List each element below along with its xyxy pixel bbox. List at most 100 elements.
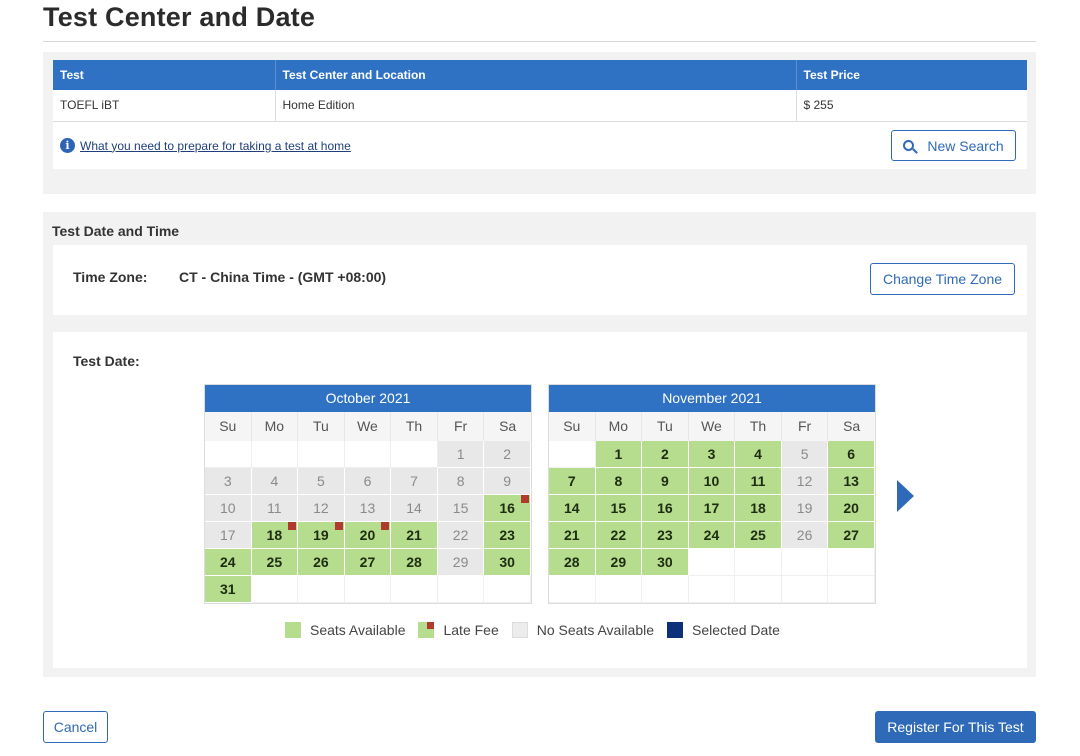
change-time-zone-button[interactable]: Change Time Zone: [870, 263, 1015, 295]
calendar-day-available[interactable]: 6: [828, 441, 875, 468]
summary-footer: i What you need to prepare for taking a …: [53, 122, 1027, 169]
calendar-day-available[interactable]: 10: [688, 468, 736, 495]
calendar-day-empty: [735, 576, 782, 603]
section-title: Test Date and Time: [52, 223, 180, 239]
calendar-day-available[interactable]: 26: [298, 549, 345, 576]
calendar-day-available[interactable]: 11: [735, 468, 782, 495]
calendar-day-available[interactable]: 25: [735, 522, 782, 549]
col-header-test-center: Test Center and Location: [275, 60, 797, 90]
calendar-day-available[interactable]: 2: [642, 441, 689, 468]
calendar-day-available[interactable]: 9: [642, 468, 689, 495]
calendar-day-no-seats: 7: [391, 468, 438, 495]
calendar-day-available[interactable]: 21: [391, 522, 438, 549]
cell-test: TOEFL iBT: [53, 90, 276, 122]
calendar-day-available[interactable]: 24: [205, 549, 252, 576]
days-of-week-row: Su Mo Tu We Th Fr Sa: [205, 412, 531, 441]
calendar-day-empty: [688, 576, 736, 603]
day-of-week-header: We: [688, 412, 736, 441]
calendar-day-available[interactable]: 30: [642, 549, 689, 576]
calendar-day-late-fee[interactable]: 18: [251, 522, 299, 549]
day-of-week-header: Th: [735, 412, 782, 441]
info-icon: i: [60, 138, 75, 153]
register-for-test-button[interactable]: Register For This Test: [875, 711, 1036, 743]
calendar-day-available[interactable]: 7: [549, 468, 596, 495]
day-of-week-header: Th: [391, 412, 438, 441]
calendar-day-available[interactable]: 8: [595, 468, 643, 495]
calendar-day-available[interactable]: 30: [484, 549, 531, 576]
cancel-button[interactable]: Cancel: [43, 711, 108, 743]
calendar-day-available[interactable]: 23: [642, 522, 689, 549]
calendar-day-empty: [828, 576, 875, 603]
calendar-day-empty: [781, 549, 829, 576]
calendar-day-empty: [595, 576, 643, 603]
calendar-day-available[interactable]: 1: [595, 441, 643, 468]
calendar-day-empty: [298, 441, 345, 468]
legend-late-fee: Late Fee: [418, 622, 499, 638]
legend-no-seats: No Seats Available: [511, 622, 654, 638]
calendar-day-available[interactable]: 15: [595, 495, 643, 522]
day-of-week-header: Su: [549, 412, 596, 441]
new-search-button[interactable]: New Search: [891, 130, 1016, 161]
calendar-day-empty: [484, 576, 531, 603]
calendar-day-empty: [549, 576, 596, 603]
calendar-day-no-seats: 11: [251, 495, 299, 522]
calendar-day-available[interactable]: 22: [595, 522, 643, 549]
calendar-day-available[interactable]: 23: [484, 522, 531, 549]
next-month-arrow-icon[interactable]: [897, 480, 914, 512]
calendar-day-available[interactable]: 28: [391, 549, 438, 576]
calendar-day-empty: [828, 549, 875, 576]
calendar-day-available[interactable]: 25: [251, 549, 299, 576]
legend-late-fee-label: Late Fee: [443, 622, 499, 638]
calendar-day-empty: [344, 441, 392, 468]
calendar-day-available[interactable]: 4: [735, 441, 782, 468]
calendar-day-no-seats: 15: [437, 495, 485, 522]
calendar-day-available[interactable]: 27: [344, 549, 392, 576]
calendar-day-available[interactable]: 3: [688, 441, 736, 468]
calendar-day-empty: [251, 441, 299, 468]
calendar-day-no-seats: 13: [344, 495, 392, 522]
calendar-day-empty: [781, 576, 829, 603]
day-of-week-header: We: [344, 412, 392, 441]
calendar-week-row: 12: [205, 441, 531, 468]
calendar-day-available[interactable]: 27: [828, 522, 875, 549]
calendar-day-available[interactable]: 16: [642, 495, 689, 522]
calendar-day-available[interactable]: 29: [595, 549, 643, 576]
legend-seats-available: Seats Available: [285, 622, 405, 638]
calendar-week-row: 31: [205, 576, 531, 603]
day-of-week-header: Fr: [437, 412, 485, 441]
calendar-day-no-seats: 8: [437, 468, 485, 495]
calendar-weeks: 1 2 3 4 5 6 7 8 9 10 11 12 13 14 15 16 17 18 19 20 21 22 23 24 2…: [205, 441, 531, 603]
day-of-week-header: Mo: [595, 412, 643, 441]
calendar-day-no-seats: 5: [781, 441, 829, 468]
calendar-day-no-seats: 14: [391, 495, 438, 522]
calendar-day-available[interactable]: 20: [828, 495, 875, 522]
day-of-week-header: Sa: [828, 412, 875, 441]
calendar-day-no-seats: 9: [484, 468, 531, 495]
time-zone-value: CT - China Time - (GMT +08:00): [179, 269, 387, 285]
calendar-day-no-seats: 12: [781, 468, 829, 495]
calendar-legend: Seats Available Late Fee No Seats Availa…: [285, 622, 793, 638]
calendar-day-late-fee[interactable]: 20: [344, 522, 392, 549]
calendar-day-available[interactable]: 28: [549, 549, 596, 576]
calendar-day-empty: [298, 576, 345, 603]
cell-test-center: Home Edition: [275, 90, 797, 122]
calendar-week-row: 123456: [549, 441, 875, 468]
calendar-day-empty: [735, 549, 782, 576]
calendar-day-available[interactable]: 14: [549, 495, 596, 522]
calendar-day-available[interactable]: 31: [205, 576, 252, 603]
calendar-day-available[interactable]: 21: [549, 522, 596, 549]
calendar-day-available[interactable]: 18: [735, 495, 782, 522]
calendar-day-no-seats: 12: [298, 495, 345, 522]
calendar-week-row: 14 15 16 17 18 19 20: [549, 495, 875, 522]
calendar-day-late-fee[interactable]: 19: [298, 522, 345, 549]
calendar-day-available[interactable]: 17: [688, 495, 736, 522]
calendar-day-available[interactable]: 24: [688, 522, 736, 549]
prepare-home-test-link[interactable]: i What you need to prepare for taking a …: [60, 138, 351, 153]
test-date-panel: Test Date and Time Time Zone: CT - China…: [43, 212, 1036, 677]
calendar-weeks: 1 2 3 4 5 6 7 8 9 10 11 12 13 14 15 16 17 18 19 20 21 22 23 24 2…: [549, 441, 875, 603]
calendar-day-no-seats: 6: [344, 468, 392, 495]
calendar-day-available[interactable]: 13: [828, 468, 875, 495]
calendar-day-late-fee[interactable]: 16: [484, 495, 531, 522]
day-of-week-header: Su: [205, 412, 252, 441]
calendar-october: October 2021 Su Mo Tu We Th Fr Sa 1 2 3 4 5 6 7 8 9 10 1…: [204, 384, 532, 604]
